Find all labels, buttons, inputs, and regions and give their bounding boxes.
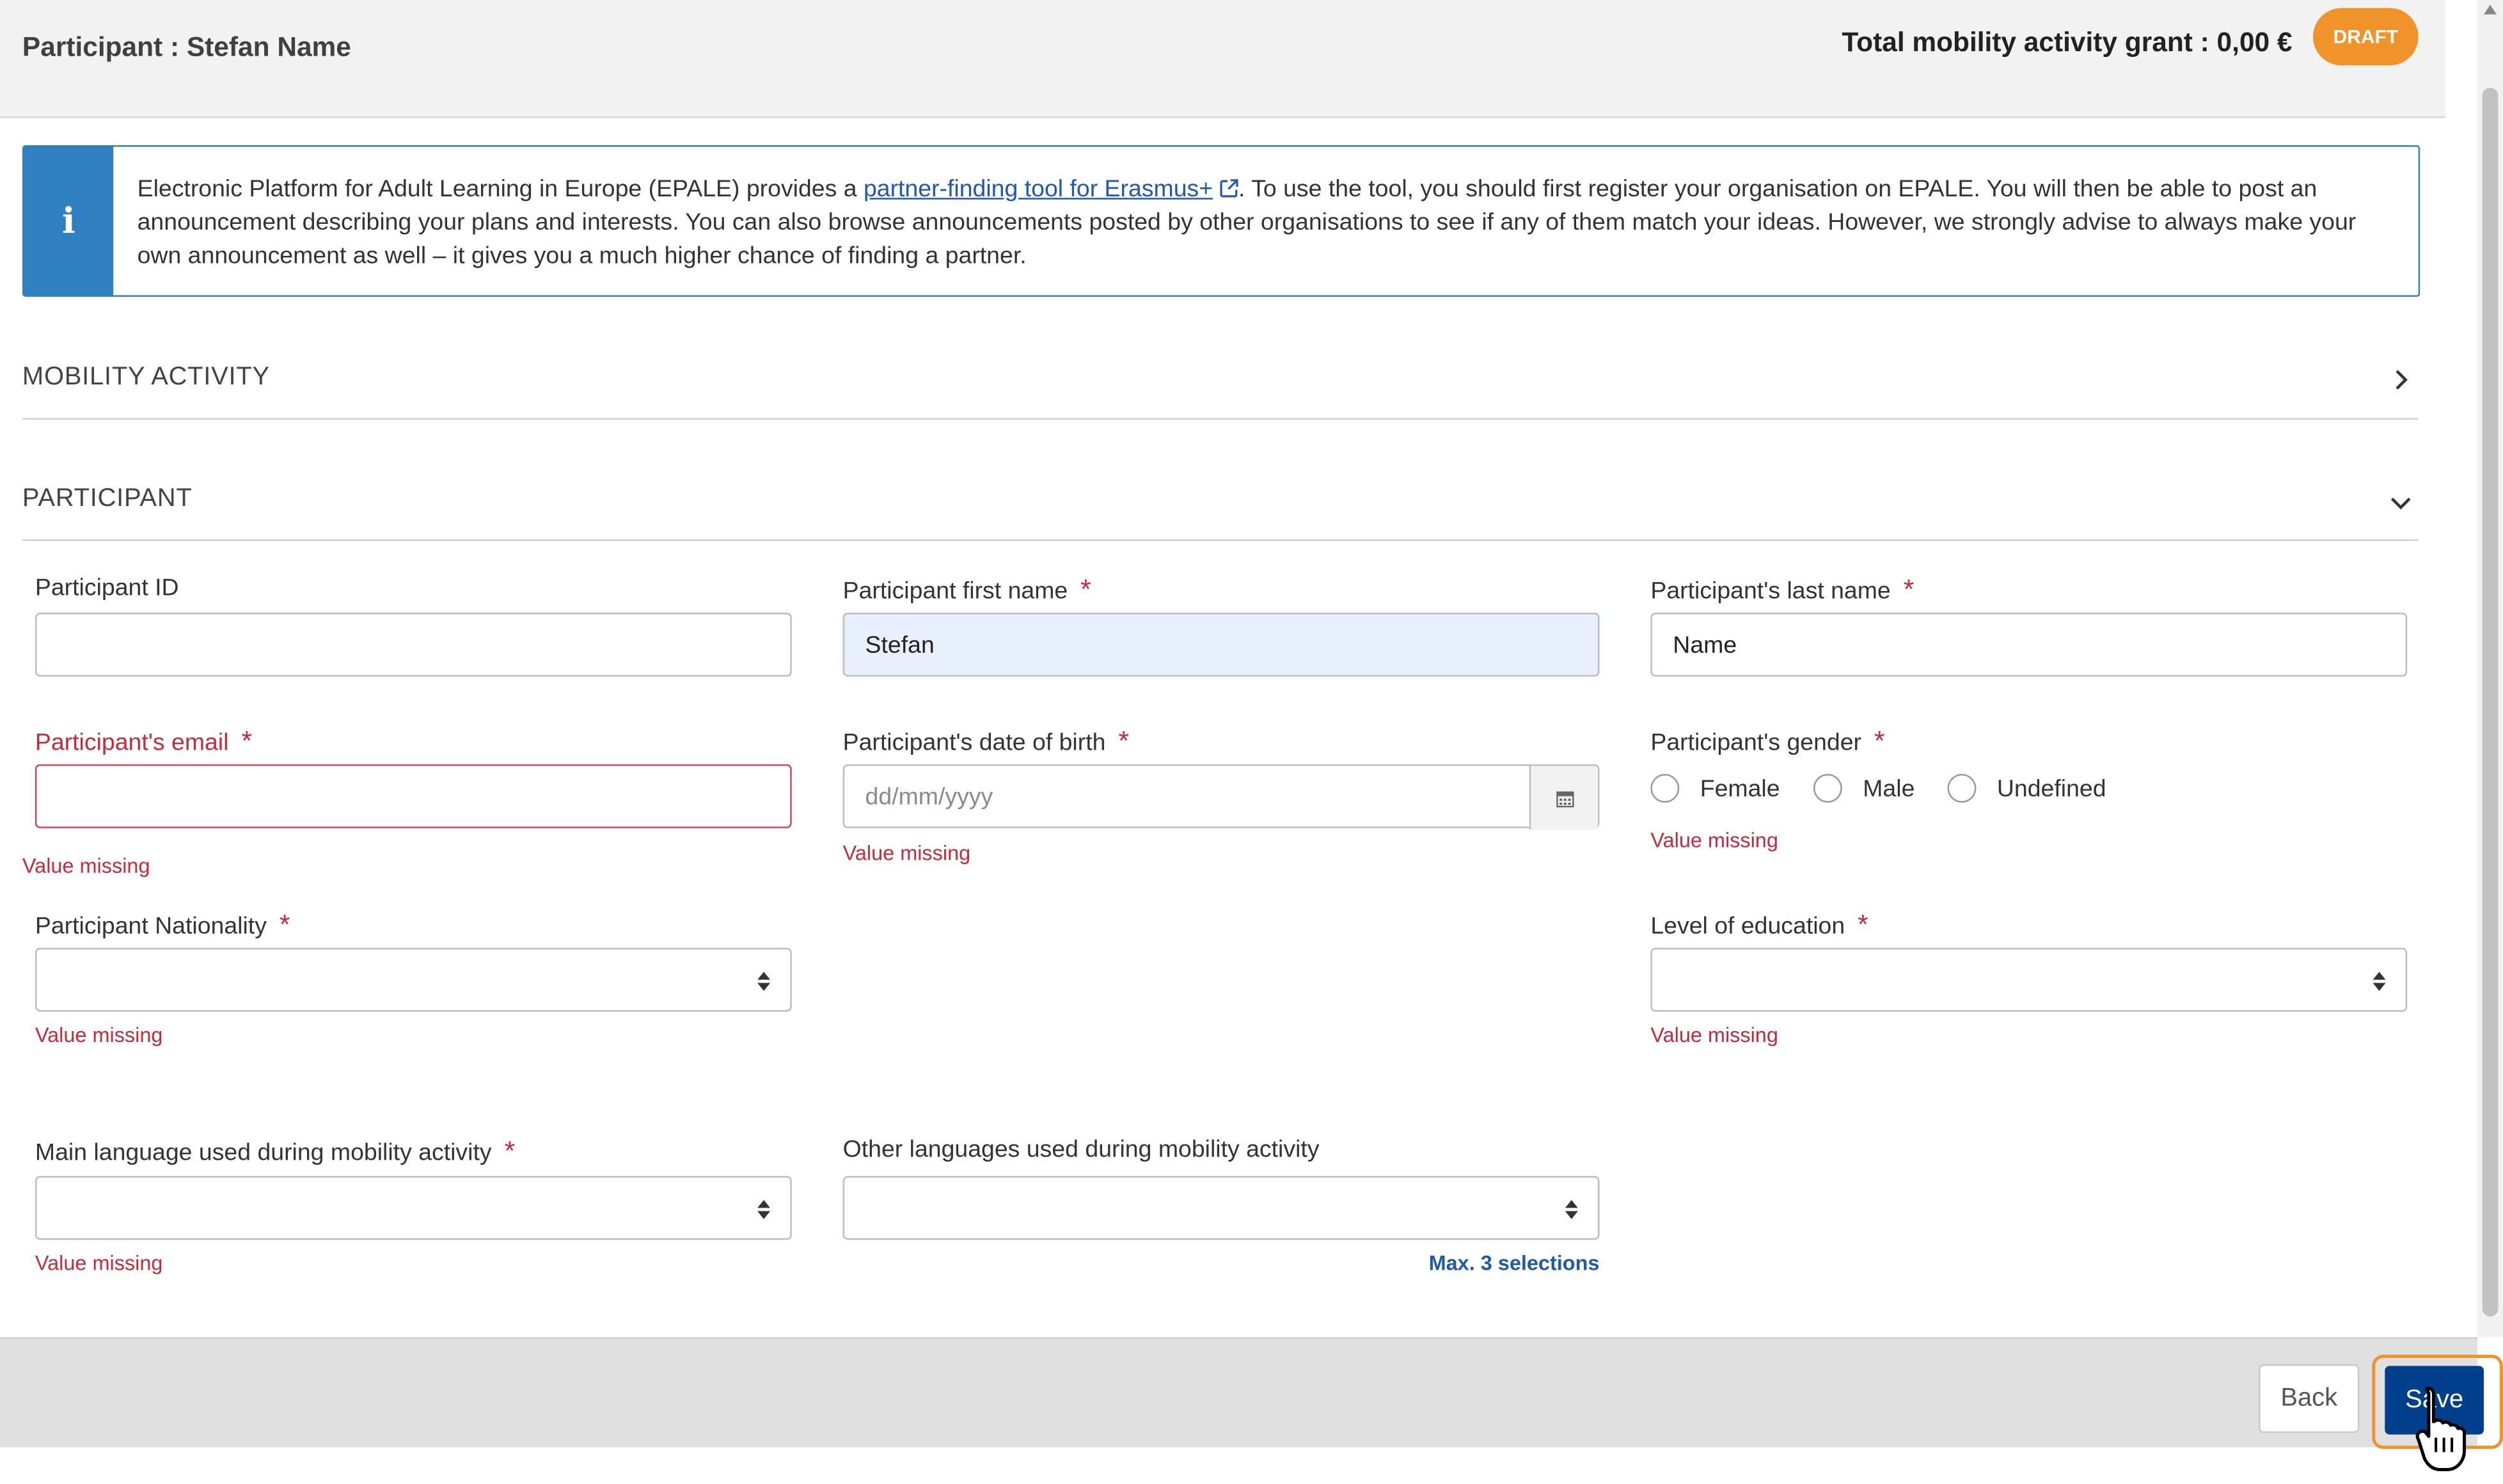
gender-option-male[interactable]: Male: [1813, 773, 1915, 803]
page-title: Participant : Stefan Name: [22, 31, 351, 63]
section-mobility-activity[interactable]: MOBILITY ACTIVITY: [22, 343, 2419, 420]
chevron-right-icon[interactable]: [2390, 368, 2412, 391]
dob-input[interactable]: dd/mm/yyyy: [842, 764, 1600, 830]
section-mobility-activity-label: MOBILITY ACTIVITY: [22, 363, 270, 391]
last-name-label-text: Participant's last name: [1650, 578, 1891, 605]
required-marker: *: [279, 909, 290, 940]
info-icon: i: [24, 146, 114, 296]
radio-circle[interactable]: [1947, 773, 1977, 803]
required-marker: *: [504, 1136, 516, 1167]
required-marker: *: [241, 726, 252, 757]
external-link-icon[interactable]: [1219, 178, 1238, 198]
radio-circle[interactable]: [1650, 773, 1680, 803]
email-error: Value missing: [22, 853, 150, 878]
education-select[interactable]: [1650, 947, 2408, 1012]
section-participant-label: PARTICIPANT: [22, 485, 193, 512]
main-language-select[interactable]: [35, 1176, 792, 1240]
radio-circle[interactable]: [1813, 773, 1842, 803]
sort-arrows-icon: [2373, 972, 2386, 991]
sort-arrows-icon: [757, 972, 771, 991]
calendar-icon: [1555, 791, 1574, 807]
sort-arrows-icon: [1565, 1199, 1578, 1219]
email-label: Participant's email *: [35, 726, 252, 758]
chevron-down-icon[interactable]: [2390, 491, 2412, 514]
section-participant[interactable]: PARTICIPANT: [22, 462, 2419, 541]
other-languages-select[interactable]: [842, 1176, 1600, 1240]
dob-placeholder: dd/mm/yyyy: [865, 782, 993, 810]
education-label: Level of education *: [1650, 910, 1868, 942]
nationality-select[interactable]: [35, 947, 792, 1012]
last-name-input[interactable]: Name: [1650, 612, 2408, 677]
dob-error: Value missing: [842, 841, 971, 865]
total-grant-text: Total mobility activity grant : 0,00 €: [1842, 27, 2293, 58]
required-marker: *: [1858, 909, 1868, 940]
required-marker: *: [1903, 574, 1915, 605]
first-name-input[interactable]: Stefan: [842, 612, 1600, 677]
vertical-scrollbar[interactable]: [2477, 0, 2503, 1338]
required-marker: *: [1874, 726, 1885, 757]
education-label-text: Level of education: [1650, 912, 1845, 940]
required-marker: *: [1118, 726, 1129, 757]
nationality-label-text: Participant Nationality: [35, 912, 267, 940]
main-language-label-text: Main language used during mobility activ…: [35, 1139, 492, 1167]
gender-label-text: Participant's gender: [1650, 729, 1862, 757]
gender-error: Value missing: [1650, 828, 1778, 853]
participant-id-input[interactable]: [35, 612, 792, 677]
first-name-label-text: Participant first name: [842, 578, 1068, 605]
gender-option-female[interactable]: Female: [1650, 773, 1780, 803]
gender-label: Participant's gender *: [1650, 726, 1884, 758]
nationality-label: Participant Nationality *: [35, 910, 290, 942]
main-language-label: Main language used during mobility activ…: [35, 1136, 515, 1168]
calendar-button[interactable]: [1529, 766, 1598, 830]
required-marker: *: [1080, 574, 1091, 605]
info-callout: i Electronic Platform for Adult Learning…: [22, 145, 2420, 297]
education-error: Value missing: [1650, 1023, 1778, 1047]
footer-bar: [0, 1337, 2478, 1448]
status-badge: DRAFT: [2312, 8, 2419, 66]
dob-label: Participant's date of birth *: [843, 726, 1129, 758]
gender-option-label: Female: [1700, 775, 1780, 802]
back-button[interactable]: Back: [2259, 1364, 2360, 1433]
email-input[interactable]: [35, 764, 792, 828]
email-label-text: Participant's email: [35, 729, 229, 757]
dob-label-text: Participant's date of birth: [842, 729, 1106, 757]
info-text: Electronic Platform for Adult Learning i…: [138, 172, 2396, 272]
other-languages-label: Other languages used during mobility act…: [842, 1136, 1320, 1164]
scrollbar-thumb[interactable]: [2482, 88, 2499, 1317]
first-name-label: Participant first name *: [843, 574, 1091, 606]
partner-finding-link[interactable]: partner-finding tool for Erasmus+: [864, 175, 1213, 202]
page-header: Participant : Stefan Name Total mobility…: [0, 0, 2446, 118]
gender-option-label: Undefined: [1996, 775, 2106, 802]
hand-pointer-cursor-icon: [2415, 1386, 2467, 1472]
scroll-up-arrow-icon[interactable]: [2483, 4, 2497, 15]
main-language-error: Value missing: [35, 1251, 163, 1275]
info-text-before: Electronic Platform for Adult Learning i…: [137, 175, 864, 203]
sort-arrows-icon: [757, 1199, 771, 1219]
nationality-error: Value missing: [35, 1023, 163, 1047]
last-name-label: Participant's last name *: [1650, 574, 1914, 606]
participant-id-label: Participant ID: [35, 574, 179, 602]
other-languages-hint: Max. 3 selections: [1428, 1251, 1600, 1275]
gender-option-undefined[interactable]: Undefined: [1947, 773, 2106, 803]
gender-option-label: Male: [1863, 775, 1915, 802]
